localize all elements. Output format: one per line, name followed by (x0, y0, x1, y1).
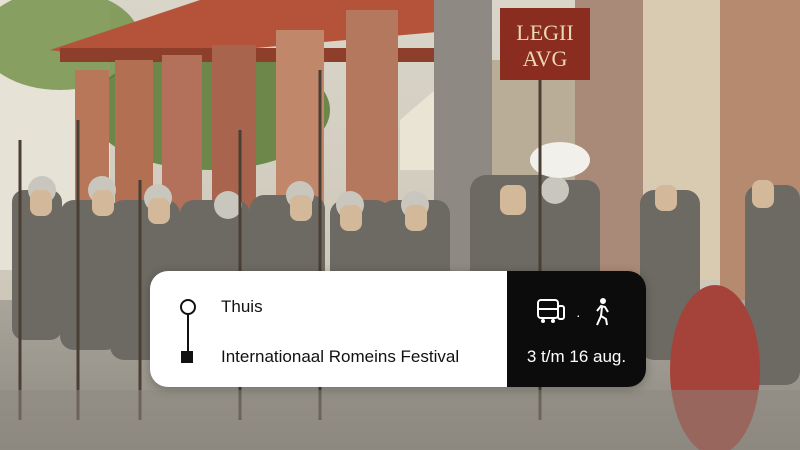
bus-train-icon (536, 298, 566, 331)
journey-card[interactable]: Thuis Internationaal Romeins Festival · (150, 271, 646, 387)
banner-text-2: AVG (523, 46, 568, 71)
mode-separator: · (576, 306, 581, 323)
travel-panel: · 3 t/m 16 aug. (507, 271, 646, 387)
banner-text-1: LEGII (516, 20, 573, 45)
origin-label: Thuis (221, 297, 263, 316)
start-point-icon (180, 299, 196, 315)
transport-modes: · (536, 297, 613, 332)
route-panel: Thuis Internationaal Romeins Festival (150, 271, 507, 387)
walking-icon (591, 297, 613, 332)
destination-point-icon (181, 351, 193, 363)
festival-dates: 3 t/m 16 aug. (526, 347, 627, 366)
destination-label: Internationaal Romeins Festival (221, 347, 460, 366)
